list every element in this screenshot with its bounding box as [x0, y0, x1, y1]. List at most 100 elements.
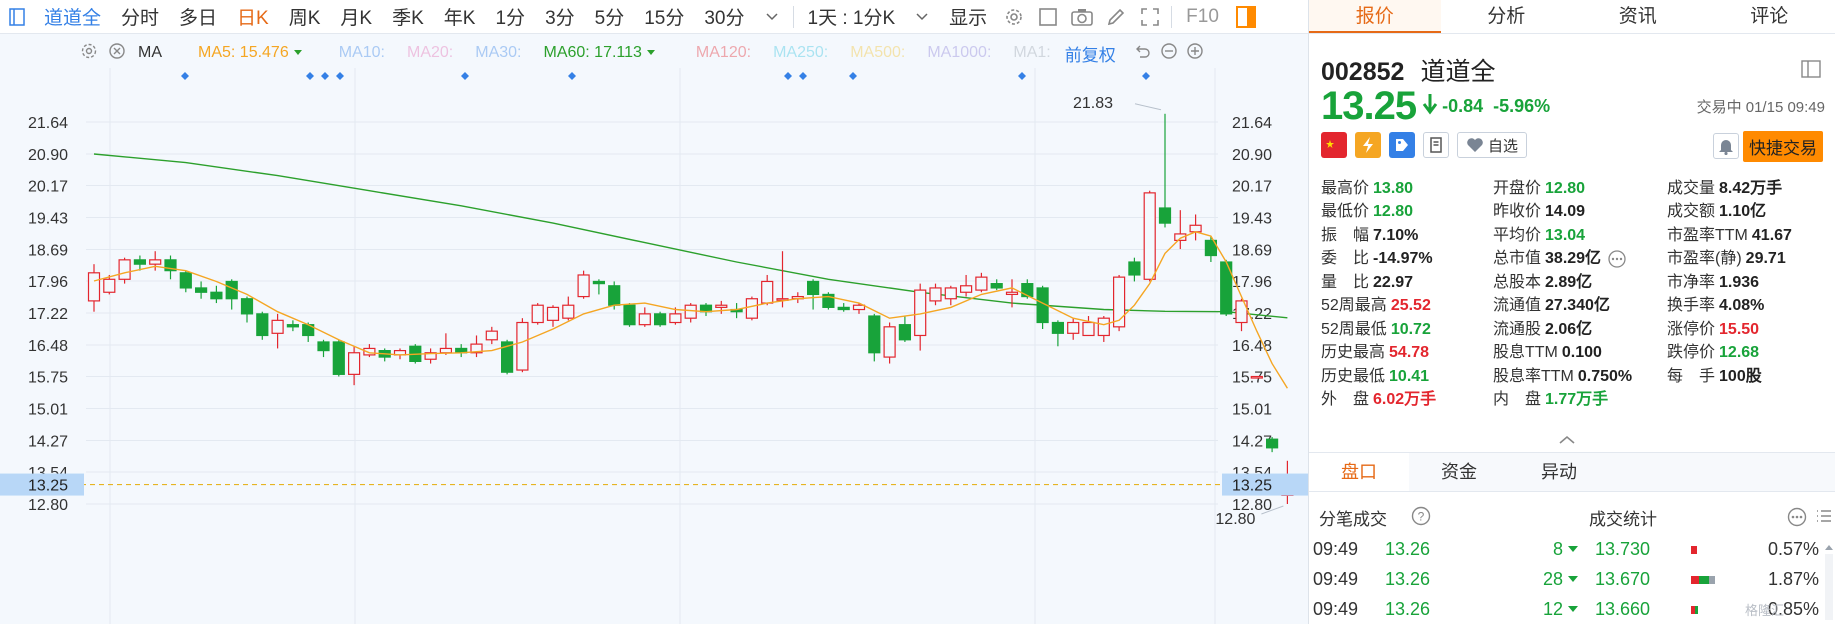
tab-order-book[interactable]: 盘口 — [1309, 453, 1409, 491]
side-panel-toggle-icon[interactable] — [1233, 4, 1259, 30]
list-view-icon[interactable] — [1815, 507, 1833, 530]
stat-value: 0.100 — [1561, 344, 1602, 362]
candle-body-up — [684, 304, 697, 319]
add-watchlist-button[interactable]: 自选 — [1457, 132, 1528, 158]
pencil-draw-icon[interactable] — [1103, 4, 1129, 30]
ma-selector[interactable]: MA — [138, 44, 162, 62]
candle — [118, 257, 131, 284]
tab-30min[interactable]: 30分 — [694, 3, 754, 30]
caret-down-icon[interactable] — [293, 44, 303, 62]
tab-comments[interactable]: 评论 — [1704, 0, 1835, 33]
candle-body-up — [348, 352, 361, 375]
stat-label: 最低价 — [1321, 203, 1370, 221]
stat-value: 4.08% — [1719, 297, 1765, 315]
camera-icon[interactable] — [1069, 4, 1095, 30]
volume-ratio-segment — [1695, 606, 1698, 614]
chevron-down-icon[interactable] — [909, 4, 935, 30]
stat-value: 1.77万手 — [1545, 391, 1609, 409]
stat-cell: 外 盘 6.02万手 — [1321, 385, 1493, 409]
tab-news[interactable]: 资讯 — [1572, 0, 1704, 33]
candle-body-up — [745, 298, 759, 319]
tab-daily-k[interactable]: 日K — [227, 3, 279, 30]
tab-yearly-k[interactable]: 年K — [434, 3, 486, 30]
stats-row: 52周最低 10.72 流通股 2.06亿 涨停价 15.50 — [1321, 315, 1826, 339]
stat-cell: 市盈率TTM 41.67 — [1667, 221, 1826, 245]
tab-analysis[interactable]: 分析 — [1441, 0, 1573, 33]
more-options-icon[interactable] — [1607, 250, 1627, 268]
fullscreen-icon[interactable] — [1137, 4, 1163, 30]
candle-body-down — [210, 291, 223, 300]
candle-body-down — [1158, 207, 1172, 224]
tick-trades-title: 分笔成交 — [1319, 510, 1387, 529]
layout-square-icon[interactable] — [1035, 4, 1061, 30]
ma250-value: MA250: — [773, 44, 829, 61]
bookmark-icon[interactable] — [1423, 132, 1449, 158]
tab-5min[interactable]: 5分 — [585, 3, 635, 30]
caret-down-icon[interactable] — [646, 44, 656, 62]
zoom-in-icon[interactable] — [1186, 42, 1204, 65]
trade-time: 09:49 — [1313, 569, 1359, 589]
adjust-mode-button[interactable]: 前复权 — [1065, 41, 1116, 66]
candle-body-down — [990, 283, 1003, 289]
tab-3min[interactable]: 3分 — [535, 3, 585, 30]
candle — [1036, 285, 1049, 329]
stat-cell: 成交额 1.10亿 — [1667, 197, 1826, 221]
tab-capital-flow[interactable]: 资金 — [1409, 453, 1509, 491]
chart-toolbar: 道道全 分时 多日 日K 周K 月K 季K 年K 1分 3分 5分 15分 30… — [0, 0, 1308, 34]
tab-monthly-k[interactable]: 月K — [330, 3, 382, 30]
sidebar-toggle-icon[interactable] — [4, 4, 30, 30]
bell-icon[interactable] — [1713, 133, 1739, 159]
toolbar-divider — [792, 5, 794, 28]
tab-quote[interactable]: 报价 — [1309, 0, 1441, 33]
candle-body-up — [271, 319, 284, 334]
lightning-icon[interactable] — [1355, 132, 1381, 158]
stat-label: 换手率 — [1667, 297, 1716, 315]
stat-value: 29.71 — [1745, 250, 1786, 268]
scrollbar[interactable] — [1824, 544, 1834, 624]
panel-layout-icon[interactable] — [1801, 60, 1821, 78]
indicator-settings-icon[interactable] — [80, 42, 98, 65]
tab-unusual-activity[interactable]: 异动 — [1509, 453, 1609, 491]
y-axis-tick-label-left: 19.43 — [28, 211, 68, 228]
stat-value: 10.41 — [1389, 367, 1430, 385]
stat-cell: 市盈率(静) 29.71 — [1667, 244, 1826, 268]
tab-quarterly-k[interactable]: 季K — [382, 3, 434, 30]
chevron-down-icon[interactable] — [759, 4, 785, 30]
tab-15min[interactable]: 15分 — [634, 3, 694, 30]
zoom-out-icon[interactable] — [1160, 42, 1178, 65]
stat-value: 12.80 — [1545, 179, 1586, 197]
trade-row: 09:49 13.26 8 13.730 0.57% — [1309, 535, 1835, 565]
chevron-up-icon[interactable] — [1559, 432, 1575, 450]
tab-stock-name[interactable]: 道道全 — [34, 3, 111, 30]
quick-trade-button[interactable]: 快捷交易 — [1743, 131, 1823, 162]
tab-multi-day[interactable]: 多日 — [169, 3, 227, 30]
stat-value: 41.67 — [1751, 226, 1792, 244]
tab-intraday[interactable]: 分时 — [111, 3, 169, 30]
stat-value: 54.78 — [1389, 344, 1430, 362]
trading-status: 交易中 01/15 09:49 — [1696, 99, 1825, 116]
stat-value: 38.29亿 — [1545, 250, 1602, 268]
stat-cell: 换手率 4.08% — [1667, 291, 1826, 315]
tab-weekly-k[interactable]: 周K — [279, 3, 331, 30]
more-options-icon[interactable] — [1787, 507, 1807, 532]
stat-cell: 52周最高 25.52 — [1321, 291, 1493, 315]
stat-label: 历史最低 — [1321, 367, 1386, 385]
settings-gear-icon[interactable] — [1001, 4, 1027, 30]
ma1-value: MA1: — [1013, 44, 1051, 61]
indicator-close-icon[interactable] — [108, 42, 126, 65]
stat-label: 成交量 — [1667, 179, 1716, 197]
candlestick-chart[interactable]: 21.64 21.64 20.90 20.90 20.17 20.17 19.43 19.43… — [0, 68, 1308, 624]
trade-volume: 8 — [1552, 539, 1563, 559]
candle — [531, 303, 544, 325]
f10-button[interactable]: F10 — [1176, 6, 1229, 28]
help-icon[interactable]: ? — [1411, 506, 1431, 531]
display-menu[interactable]: 显示 — [939, 3, 997, 30]
stats-row: 历史最低 10.41 股息率TTM 0.750% 每 手 100股 — [1321, 362, 1826, 386]
undo-icon[interactable] — [1134, 42, 1152, 65]
tab-1min[interactable]: 1分 — [485, 3, 535, 30]
tag-icon[interactable] — [1389, 132, 1415, 158]
svg-text:?: ? — [1418, 510, 1425, 524]
candle-body-down — [623, 304, 636, 326]
period-select[interactable]: 1天 : 1分K — [798, 3, 906, 30]
y-axis-tick-label-right: 20.17 — [1232, 179, 1272, 196]
